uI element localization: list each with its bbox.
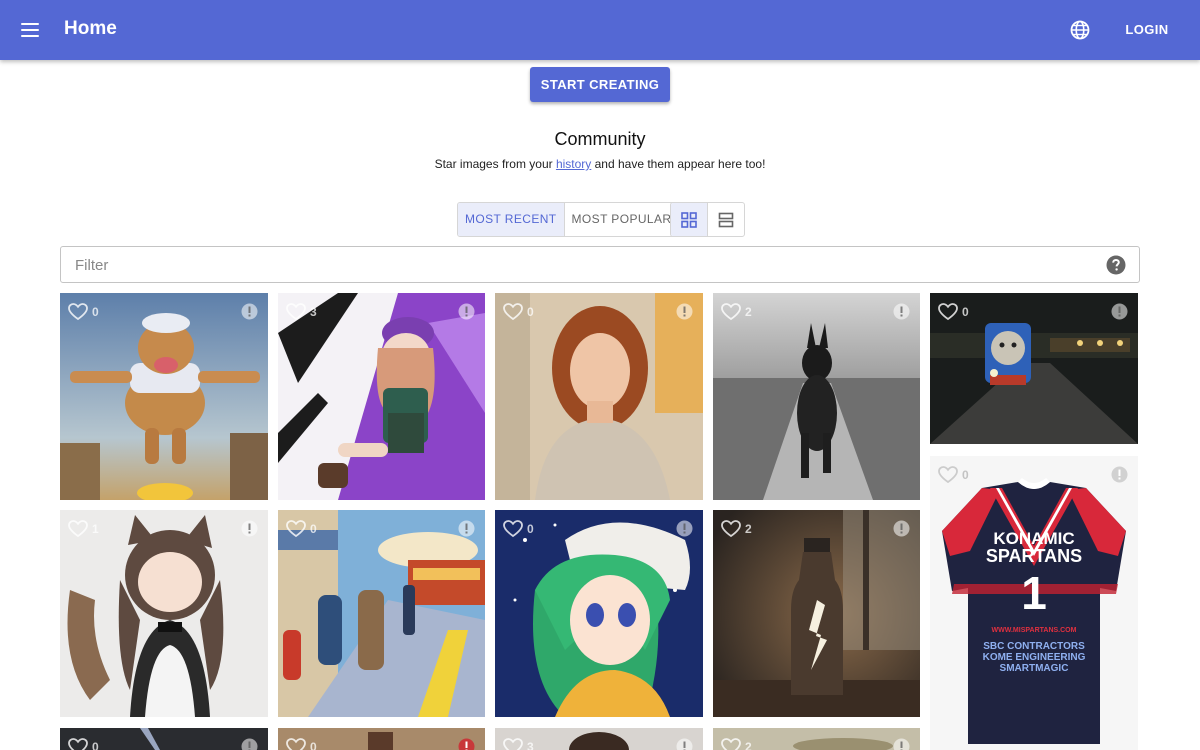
like-count: 0 — [527, 305, 534, 319]
report-alert-icon[interactable] — [1111, 303, 1128, 320]
heart-icon — [721, 738, 741, 750]
image-card-anime-girl-purple-hat[interactable]: 3 — [278, 293, 485, 500]
image-card-toy-train-at-night[interactable]: 0 — [930, 293, 1138, 444]
heart-icon — [68, 520, 88, 538]
hamburger-menu-icon[interactable] — [16, 16, 44, 44]
like-count: 2 — [745, 522, 752, 536]
heart-icon — [68, 738, 88, 750]
start-creating-button[interactable]: START CREATING — [530, 67, 670, 102]
heart-icon — [503, 303, 523, 321]
like-control[interactable]: 0 — [286, 738, 317, 750]
report-alert-icon[interactable] — [1111, 466, 1128, 483]
heart-icon — [68, 303, 88, 321]
heart-icon — [721, 303, 741, 321]
heart-icon — [503, 738, 523, 750]
like-count: 2 — [745, 305, 752, 319]
view-mode-toggle-group — [670, 202, 745, 237]
image-card-anime-maid-girl[interactable]: 1 — [60, 510, 268, 717]
help-circle-icon[interactable] — [1106, 255, 1126, 275]
image-card-black-dog-on-path[interactable]: 2 — [713, 293, 920, 500]
report-alert-icon[interactable] — [893, 303, 910, 320]
like-count: 0 — [310, 522, 317, 536]
report-alert-icon[interactable] — [458, 303, 475, 320]
like-control[interactable]: 0 — [68, 303, 99, 321]
image-card-blurred-scene[interactable]: 2 — [713, 728, 920, 750]
filter-input[interactable] — [73, 247, 1097, 284]
heart-icon — [286, 520, 306, 538]
image-card-train-station-painting[interactable]: 0 — [278, 510, 485, 717]
subtitle-text-before: Star images from your — [434, 157, 556, 171]
login-button[interactable]: LOGIN — [1114, 18, 1180, 42]
heart-icon — [503, 520, 523, 538]
history-link[interactable]: history — [556, 157, 591, 171]
image-card-painted-figure[interactable]: 0 — [278, 728, 485, 750]
subtitle-text-after: and have them appear here too! — [591, 157, 766, 171]
like-control[interactable]: 0 — [503, 520, 534, 538]
report-alert-icon[interactable] — [676, 520, 693, 537]
jersey-sponsor-2: KOME ENGINEERING — [982, 652, 1086, 663]
report-alert-icon[interactable] — [458, 520, 475, 537]
report-alert-icon[interactable] — [676, 303, 693, 320]
like-control[interactable]: 1 — [68, 520, 99, 538]
like-count: 0 — [962, 305, 969, 319]
list-view-icon[interactable] — [708, 203, 744, 236]
report-alert-icon[interactable] — [241, 303, 258, 320]
community-title: Community — [554, 129, 646, 149]
like-count: 0 — [92, 740, 99, 750]
like-control[interactable]: 2 — [721, 520, 752, 538]
report-alert-icon[interactable] — [893, 520, 910, 537]
image-card-anime-girl-green-hair[interactable]: 0 — [495, 510, 703, 717]
like-control[interactable]: 0 — [503, 303, 534, 321]
report-alert-icon[interactable] — [241, 520, 258, 537]
like-count: 3 — [527, 740, 534, 750]
like-control[interactable]: 2 — [721, 303, 752, 321]
heart-icon — [286, 738, 306, 750]
tab-most-recent[interactable]: MOST RECENT — [458, 203, 565, 236]
jersey-sponsor-1: SBC CONTRACTORS — [983, 641, 1085, 652]
report-alert-icon[interactable] — [893, 738, 910, 750]
app-bar: Home LOGIN — [0, 0, 1200, 60]
image-card-portrait-dark-hair[interactable]: 3 — [495, 728, 703, 750]
heart-icon — [286, 303, 306, 321]
filter-field — [60, 246, 1140, 284]
page-title: Home — [64, 18, 117, 39]
sort-toggle-group: MOST RECENT MOST POPULAR — [457, 202, 680, 237]
jersey-sponsor-3: SMARTMAGIC — [999, 663, 1069, 674]
like-control[interactable]: 0 — [938, 303, 969, 321]
report-alert-icon[interactable] — [676, 738, 693, 750]
like-count: 3 — [310, 305, 317, 319]
like-control[interactable]: 0 — [938, 466, 969, 484]
report-alert-icon[interactable] — [241, 738, 258, 750]
jersey-number: 1 — [1021, 567, 1047, 619]
heart-icon — [721, 520, 741, 538]
tab-most-popular[interactable]: MOST POPULAR — [565, 203, 679, 236]
jersey-text-line2: SPARTANS — [985, 546, 1083, 566]
like-control[interactable]: 0 — [68, 738, 99, 750]
like-control[interactable]: 3 — [286, 303, 317, 321]
like-count: 1 — [92, 522, 99, 536]
grid-view-icon[interactable] — [671, 203, 708, 236]
globe-icon[interactable] — [1066, 16, 1094, 44]
image-card-lightning-in-bottle[interactable]: 2 — [713, 510, 920, 717]
jersey-url: WWW.MISPARTANS.COM — [991, 627, 1077, 634]
community-subtitle: Star images from your history and have t… — [0, 157, 1200, 171]
like-control[interactable]: 3 — [503, 738, 534, 750]
image-card-rugby-jersey[interactable]: KONAMIC SPARTANS 1 WWW.MISPARTANS.COM SB… — [930, 456, 1138, 750]
like-count: 0 — [527, 522, 534, 536]
image-card-portrait-redhead-woman[interactable]: 0 — [495, 293, 703, 500]
image-card-dark-storm[interactable]: 0 — [60, 728, 268, 750]
report-alert-icon[interactable] — [458, 738, 475, 750]
like-count: 0 — [92, 305, 99, 319]
heart-icon — [938, 303, 958, 321]
like-count: 0 — [310, 740, 317, 750]
like-count: 0 — [962, 468, 969, 482]
heart-icon — [938, 466, 958, 484]
image-card-flying-dog[interactable]: 0 — [60, 293, 268, 500]
like-control[interactable]: 2 — [721, 738, 752, 750]
like-count: 2 — [745, 740, 752, 750]
like-control[interactable]: 0 — [286, 520, 317, 538]
